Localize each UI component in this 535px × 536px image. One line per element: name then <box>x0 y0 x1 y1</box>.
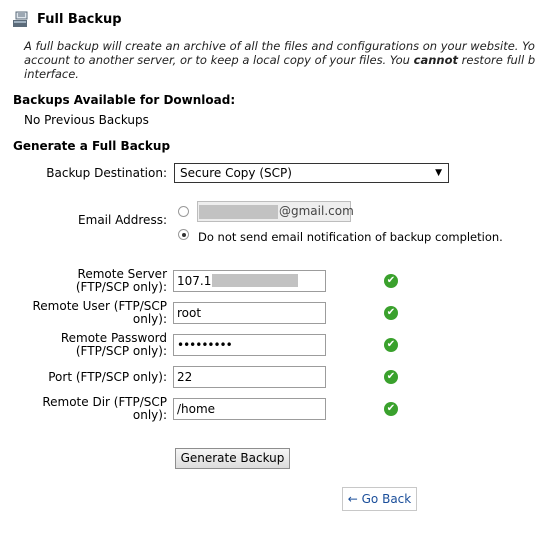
destination-label: Backup Destination: <box>46 166 167 180</box>
redacted-email-user <box>199 205 278 219</box>
remote-server-label: Remote Server (FTP/SCP only): <box>76 268 167 294</box>
generate-heading: Generate a Full Backup <box>13 139 171 153</box>
remote-dir-label-2: only): <box>132 408 167 422</box>
remote-password-input[interactable]: ••••••••• <box>173 334 326 356</box>
remote-password-label: Remote Password (FTP/SCP only): <box>61 332 167 358</box>
remote-server-input[interactable]: 107.1 <box>173 270 326 292</box>
email-notify-radio[interactable] <box>178 206 189 217</box>
no-email-label: Do not send email notification of backup… <box>198 230 503 244</box>
intro-text: A full backup will create an archive of … <box>24 39 535 81</box>
destination-value: Secure Copy (SCP) <box>180 166 292 180</box>
remote-dir-input[interactable]: /home <box>173 398 326 420</box>
generate-backup-button[interactable]: Generate Backup <box>175 448 290 469</box>
email-field[interactable]: @gmail.com <box>197 201 354 222</box>
email-domain-text: @gmail.com <box>279 204 354 218</box>
intro-line-2-end: restore full b <box>457 53 535 67</box>
checkmark-icon: ✔ <box>384 306 398 320</box>
destination-select[interactable]: Secure Copy (SCP) ▼ <box>174 163 449 183</box>
checkmark-icon: ✔ <box>384 338 398 352</box>
remote-user-label-2: only): <box>132 312 167 326</box>
page-title: Full Backup <box>37 12 122 27</box>
checkmark-icon: ✔ <box>384 370 398 384</box>
intro-line-2-start: account to another server, or to keep a … <box>24 53 414 67</box>
no-backups-text: No Previous Backups <box>24 113 149 127</box>
backup-icon <box>12 11 30 28</box>
remote-user-label: Remote User (FTP/SCP only): <box>33 300 168 326</box>
remote-dir-label: Remote Dir (FTP/SCP only): <box>42 396 167 422</box>
dropdown-arrow-icon: ▼ <box>435 168 442 178</box>
intro-line-3: interface. <box>24 67 79 81</box>
remote-server-value: 107.1 <box>177 274 212 288</box>
port-input[interactable]: 22 <box>173 366 326 388</box>
intro-emphasis: cannot <box>413 53 458 67</box>
remote-user-input[interactable]: root <box>173 302 326 324</box>
available-backups-heading: Backups Available for Download: <box>13 93 236 107</box>
redacted-ip <box>212 274 299 287</box>
intro-line-2: account to another server, or to keep a … <box>24 53 535 67</box>
go-back-button[interactable]: ← Go Back <box>342 487 417 511</box>
remote-password-label-2: (FTP/SCP only): <box>75 344 167 358</box>
checkmark-icon: ✔ <box>384 274 398 288</box>
remote-server-label-2: (FTP/SCP only): <box>75 280 167 294</box>
no-email-radio[interactable] <box>178 229 189 240</box>
email-label: Email Address: <box>78 213 167 227</box>
checkmark-icon: ✔ <box>384 402 398 416</box>
port-label: Port (FTP/SCP only): <box>48 370 167 384</box>
intro-line-1: A full backup will create an archive of … <box>24 39 535 53</box>
